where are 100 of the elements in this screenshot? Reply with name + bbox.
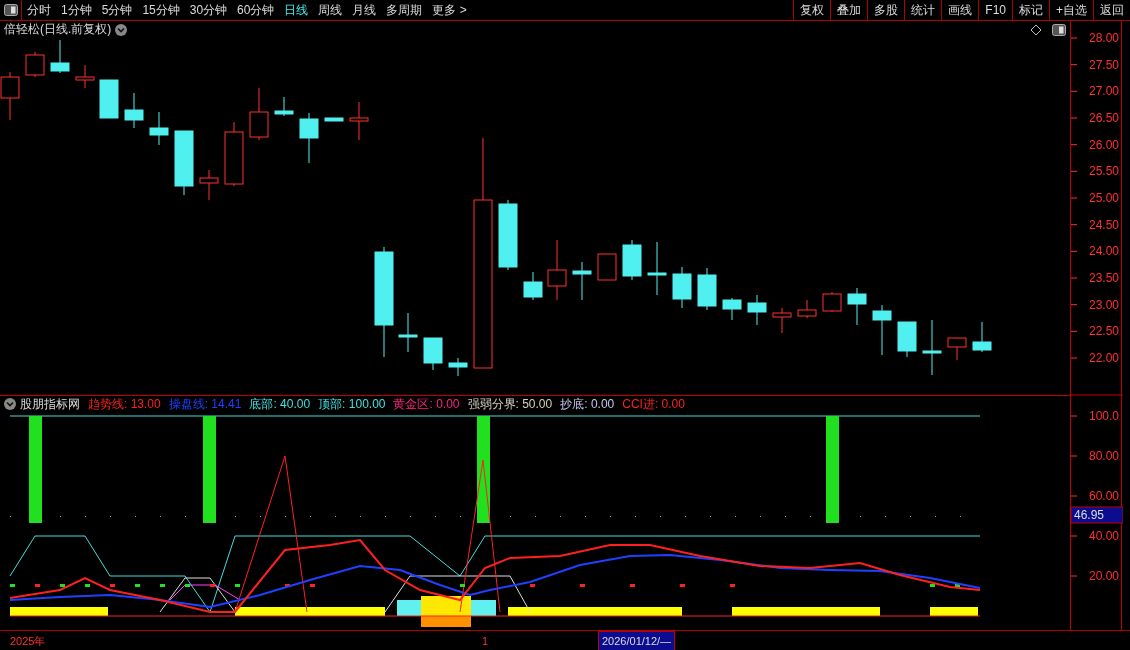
period-tab[interactable]: 5分钟 — [96, 0, 138, 20]
candlestick — [572, 261, 592, 301]
axis-label: 24.00 — [1088, 244, 1119, 259]
indicator-value: 趋势线: 13.00 — [88, 395, 161, 413]
axis-label: 20.00 — [1088, 569, 1119, 583]
candlestick — [25, 51, 45, 78]
period-tab[interactable]: 月线 — [347, 0, 382, 20]
zone-bar — [397, 600, 421, 616]
indicator-value: CCI进: 0.00 — [622, 395, 685, 413]
toolbar-button[interactable]: +自选 — [1049, 0, 1093, 20]
period-tab[interactable]: 分时 — [22, 0, 56, 20]
candlestick — [448, 357, 468, 377]
indicator-value: 抄底: 0.00 — [560, 395, 615, 413]
year-label: 2025年 — [10, 634, 46, 649]
zone-bar — [471, 600, 496, 616]
candlestick — [174, 130, 194, 196]
axis-label: 26.00 — [1088, 137, 1119, 152]
month-label: 1 — [482, 634, 489, 649]
candlestick — [50, 39, 70, 74]
candlestick — [747, 294, 767, 326]
axis-label: 100.0 — [1088, 409, 1119, 423]
candlestick — [822, 291, 842, 313]
period-tab[interactable]: 日线 — [279, 0, 314, 20]
candlestick — [672, 266, 692, 309]
period-tab[interactable]: 多周期 — [381, 0, 428, 20]
candlestick — [349, 101, 369, 141]
period-tab[interactable]: 1分钟 — [56, 0, 97, 20]
toolbar-button[interactable]: 复权 — [793, 0, 831, 20]
cursor-value-label: 46.95 — [1071, 506, 1123, 524]
period-tab[interactable]: 30分钟 — [184, 0, 233, 20]
axis-label: 80.00 — [1088, 449, 1119, 463]
indicator-value: 强弱分界: 50.00 — [467, 395, 553, 413]
diamond-icon[interactable] — [1030, 23, 1042, 36]
candlestick — [0, 71, 20, 121]
candlestick — [547, 239, 567, 301]
candlestick — [922, 319, 942, 376]
candlestick — [199, 169, 219, 201]
candlestick — [75, 64, 95, 89]
axis-label: 22.00 — [1088, 351, 1119, 366]
candlestick — [972, 321, 992, 353]
candlestick — [897, 321, 917, 358]
candlestick — [722, 297, 742, 321]
signal-line — [169, 584, 241, 601]
candlestick — [697, 267, 717, 311]
period-tab[interactable]: 60分钟 — [232, 0, 280, 20]
axis-label: 23.50 — [1088, 271, 1119, 286]
candlestick — [274, 96, 294, 117]
golden-zone-base — [421, 616, 471, 627]
axis-label: 25.50 — [1088, 164, 1119, 179]
period-tab[interactable]: 周线 — [313, 0, 348, 20]
candlestick — [398, 312, 418, 353]
axis-label: 27.50 — [1088, 57, 1119, 72]
toolbar-button[interactable]: 叠加 — [830, 0, 868, 20]
candlestick — [324, 117, 344, 122]
period-tab[interactable]: 15分钟 — [137, 0, 185, 20]
candlestick — [224, 121, 244, 187]
axis-label: 60.00 — [1088, 489, 1119, 503]
candlestick — [249, 87, 269, 141]
candlestick — [124, 92, 144, 129]
toolbar-button[interactable]: 返回 — [1093, 0, 1130, 20]
axis-label: 22.50 — [1088, 324, 1119, 339]
candlestick — [872, 304, 892, 356]
indicator-value: 顶部: 100.00 — [318, 395, 386, 413]
candlestick — [622, 239, 642, 281]
chevron-down-icon[interactable] — [4, 398, 16, 410]
axis-label: 26.50 — [1088, 111, 1119, 125]
toolbar-button[interactable]: 标记 — [1012, 0, 1049, 20]
indicator-value: 底部: 40.00 — [249, 395, 311, 413]
candlestick — [647, 241, 667, 296]
axis-label: 40.00 — [1088, 529, 1119, 543]
toolbar-button[interactable]: F10 — [978, 0, 1012, 20]
toolbar-button[interactable]: 多股 — [867, 0, 905, 20]
axis-label: 24.50 — [1088, 217, 1119, 232]
axis-label: 23.00 — [1088, 297, 1119, 312]
candlestick — [423, 337, 443, 371]
period-tab[interactable]: 更多 > — [427, 0, 472, 20]
indicator-value: 黄金区: 0.00 — [393, 395, 460, 413]
cursor-date-label: 2026/01/12/— — [598, 631, 676, 650]
candlestick — [498, 199, 518, 271]
candlestick — [797, 299, 817, 319]
chart-title: 倍轻松(日线.前复权) — [4, 21, 112, 38]
candlestick — [597, 253, 617, 281]
axis-label: 28.00 — [1088, 31, 1119, 45]
candlestick — [947, 337, 967, 361]
candlestick — [523, 271, 543, 301]
candlestick — [772, 307, 792, 334]
candlestick — [149, 111, 169, 146]
toolbar-button[interactable]: 画线 — [941, 0, 979, 20]
candlestick — [99, 79, 119, 119]
toolbar-button[interactable]: 统计 — [904, 0, 942, 20]
candlestick — [299, 112, 319, 164]
panel-toggle-icon[interactable] — [1052, 23, 1066, 36]
panel-toggle-icon[interactable] — [3, 4, 18, 16]
zone-bar — [930, 607, 978, 616]
candlestick — [847, 287, 867, 326]
golden-zone-bar — [421, 596, 471, 616]
indicator-value: 操盘线: 14.41 — [168, 395, 242, 413]
chevron-down-icon[interactable] — [115, 23, 128, 36]
axis-label: 27.00 — [1088, 84, 1119, 99]
axis-label: 25.00 — [1088, 191, 1119, 205]
